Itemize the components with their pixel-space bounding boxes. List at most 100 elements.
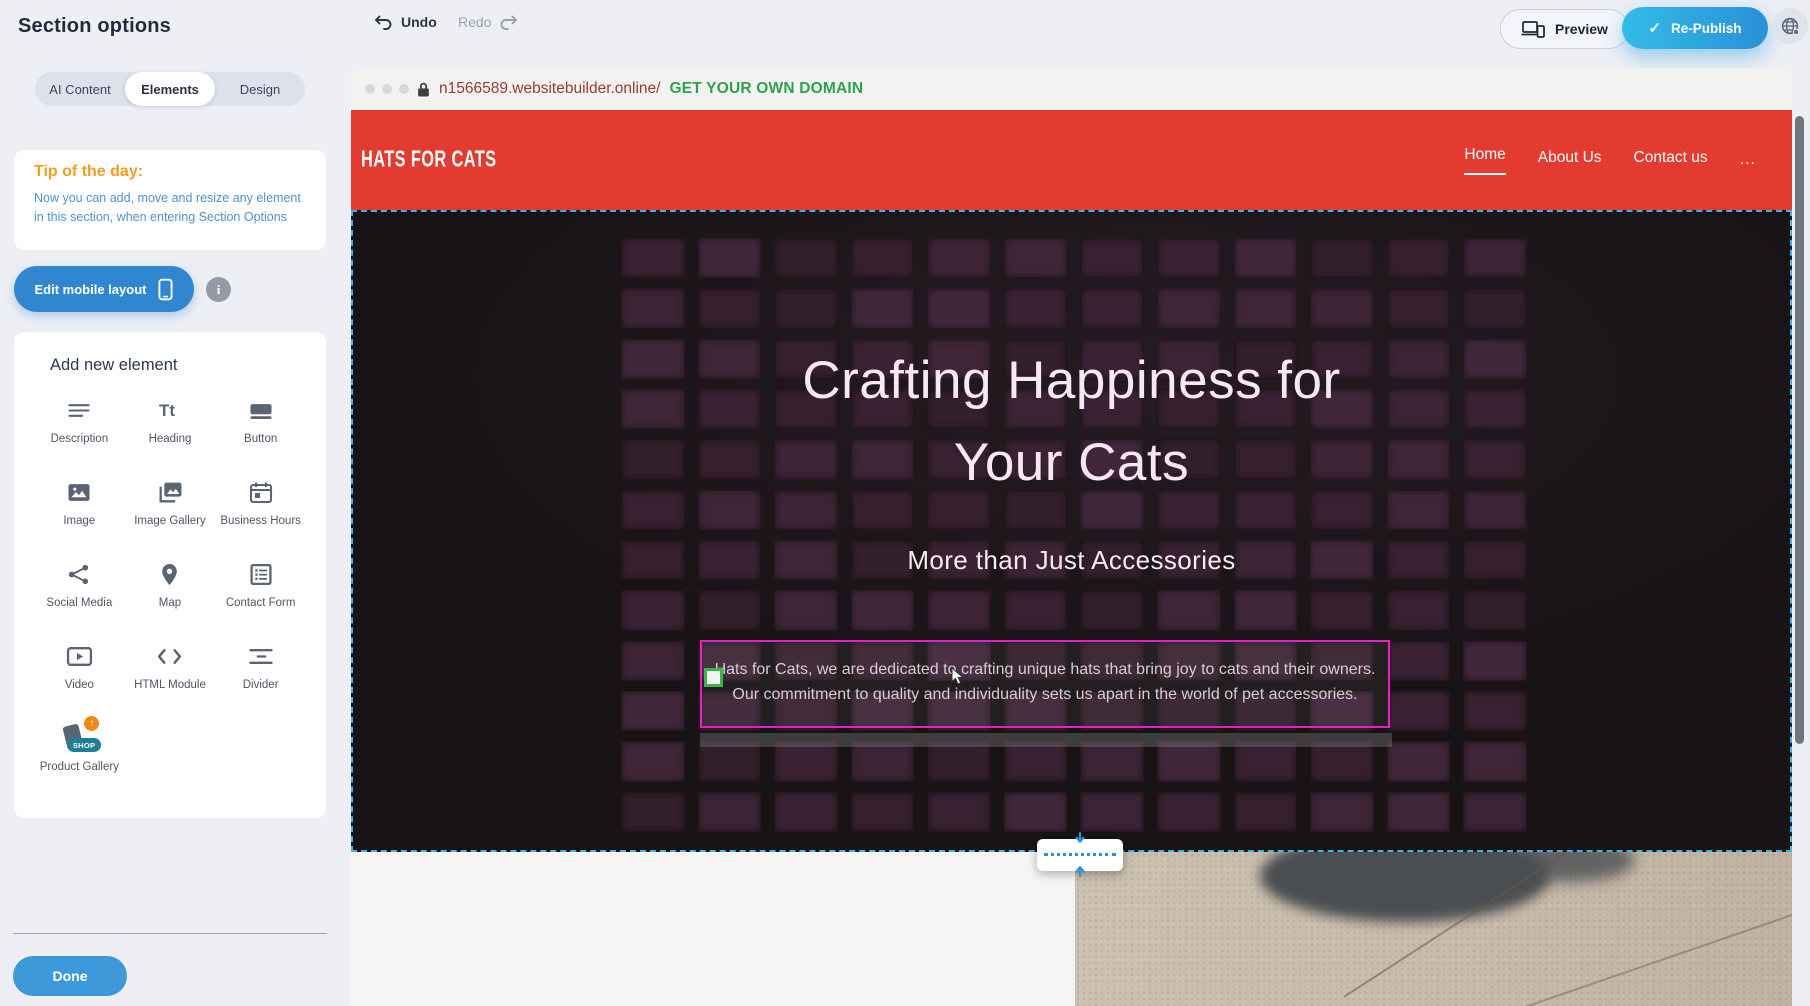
nav-item-about-us[interactable]: About Us (1538, 149, 1602, 171)
hero-tile (621, 641, 685, 681)
hero-tile (1004, 590, 1068, 630)
hero-tile (698, 590, 762, 630)
element-item-contact-form[interactable]: Contact Form (215, 559, 306, 641)
language-globe-button[interactable] (1772, 8, 1808, 44)
heading-icon: Tt (156, 395, 184, 425)
element-selection-handle[interactable] (704, 668, 723, 687)
get-domain-link[interactable]: GET YOUR OWN DOMAIN (669, 80, 863, 98)
hero-tile (698, 792, 762, 832)
hero-tile (1004, 741, 1068, 781)
hero-tile (1004, 792, 1068, 832)
element-item-heading[interactable]: Tt Heading (125, 395, 216, 477)
edit-mobile-layout-button[interactable]: Edit mobile layout (14, 266, 194, 312)
site-logo[interactable]: HATS FOR CATS (361, 147, 497, 174)
hero-subtitle[interactable]: More than Just Accessories (353, 545, 1790, 576)
element-item-image[interactable]: Image (34, 477, 125, 559)
image-icon (66, 477, 92, 507)
next-section[interactable] (351, 852, 1792, 1006)
hero-tile (1080, 288, 1144, 328)
add-element-title: Add new element (50, 356, 306, 375)
tab-elements[interactable]: Elements (125, 72, 215, 106)
tip-of-the-day-card: Tip of the day: Now you can add, move an… (14, 150, 326, 250)
element-item-product-gallery[interactable]: ↑ SHOP Product Gallery (34, 723, 125, 805)
element-item-description[interactable]: Description (34, 395, 125, 477)
hero-tile (1157, 238, 1221, 278)
element-item-business-hours[interactable]: Business Hours (215, 477, 306, 559)
hero-tile (1387, 691, 1451, 731)
element-label: Description (51, 432, 109, 447)
section-resize-handle[interactable] (1037, 839, 1123, 871)
element-hover-ghost (700, 733, 1392, 747)
element-item-map[interactable]: Map (125, 559, 216, 641)
tab-ai-content[interactable]: AI Content (35, 72, 125, 106)
nav-item-contact-us[interactable]: Contact us (1634, 149, 1708, 171)
nav-more-menu[interactable]: ... (1740, 151, 1756, 169)
hero-section-selected[interactable]: Crafting Happiness for Your Cats More th… (351, 210, 1792, 852)
image-gallery-icon (156, 477, 183, 507)
hero-tile (1080, 792, 1144, 832)
hero-tile (1157, 288, 1221, 328)
hero-description-line1: Hats for Cats, we are dedicated to craft… (702, 657, 1388, 682)
hero-tile (621, 792, 685, 832)
site-preview-window: n1566589.websitebuilder.online/ GET YOUR… (351, 68, 1792, 1006)
element-item-image-gallery[interactable]: Image Gallery (125, 477, 216, 559)
element-item-html-module[interactable]: HTML Module (125, 641, 216, 723)
hero-tile (1234, 792, 1298, 832)
hero-tile (774, 238, 838, 278)
redo-icon (498, 14, 518, 30)
preview-button[interactable]: Preview (1500, 9, 1629, 49)
contact-form-icon (249, 559, 273, 589)
panel-divider (13, 933, 327, 934)
element-item-social-media[interactable]: Social Media (34, 559, 125, 641)
code-icon (156, 641, 183, 671)
floor-photo (1075, 852, 1792, 1006)
hero-tile (1234, 741, 1298, 781)
element-label: Map (159, 596, 181, 611)
button-icon (248, 395, 274, 425)
lock-icon (417, 82, 430, 97)
hero-tile (927, 288, 991, 328)
republish-button[interactable]: ✓ Re-Publish (1622, 7, 1768, 49)
element-label: HTML Module (134, 678, 206, 693)
shop-badge: SHOP (67, 738, 101, 752)
map-pin-icon (160, 559, 179, 589)
info-icon[interactable]: i (206, 277, 231, 302)
hero-description-line2: Our commitment to quality and individual… (702, 682, 1388, 707)
edit-mobile-label: Edit mobile layout (35, 282, 147, 297)
hero-tile (1387, 590, 1451, 630)
hero-tile (851, 288, 915, 328)
browser-dots (365, 84, 409, 94)
redo-button[interactable]: Redo (458, 14, 518, 30)
element-label: Business Hours (220, 514, 301, 529)
republish-label: Re-Publish (1671, 21, 1742, 36)
social-media-icon (67, 559, 91, 589)
hero-tile (1004, 238, 1068, 278)
site-header: HATS FOR CATS Home About Us Contact us .… (351, 110, 1792, 210)
site-url[interactable]: n1566589.websitebuilder.online/ (439, 80, 660, 98)
hero-tile (774, 792, 838, 832)
business-hours-icon (249, 477, 273, 507)
devices-icon (1521, 21, 1545, 38)
description-element-selected[interactable]: Hats for Cats, we are dedicated to craft… (700, 640, 1390, 728)
element-item-video[interactable]: Video (34, 641, 125, 723)
hero-tile (1310, 590, 1374, 630)
description-icon (66, 395, 92, 425)
element-item-divider[interactable]: Divider (215, 641, 306, 723)
nav-item-home[interactable]: Home (1464, 146, 1505, 175)
tab-design[interactable]: Design (215, 72, 305, 106)
preview-scrollbar[interactable] (1795, 116, 1804, 744)
hero-tile (1080, 741, 1144, 781)
hero-tile (621, 288, 685, 328)
element-item-button[interactable]: Button (215, 395, 306, 477)
hero-tile (1387, 641, 1451, 681)
arrow-up-icon (1074, 864, 1087, 877)
element-grid: Description Tt Heading Button Image Imag… (34, 395, 306, 805)
arrow-down-icon (1074, 832, 1087, 845)
hero-tile (1234, 590, 1298, 630)
hero-title[interactable]: Crafting Happiness for Your Cats (353, 340, 1790, 504)
video-icon (66, 641, 93, 671)
done-button[interactable]: Done (13, 956, 127, 996)
undo-button[interactable]: Undo (374, 14, 437, 30)
tip-body: Now you can add, move and resize any ele… (34, 189, 306, 227)
hero-tile (1234, 288, 1298, 328)
